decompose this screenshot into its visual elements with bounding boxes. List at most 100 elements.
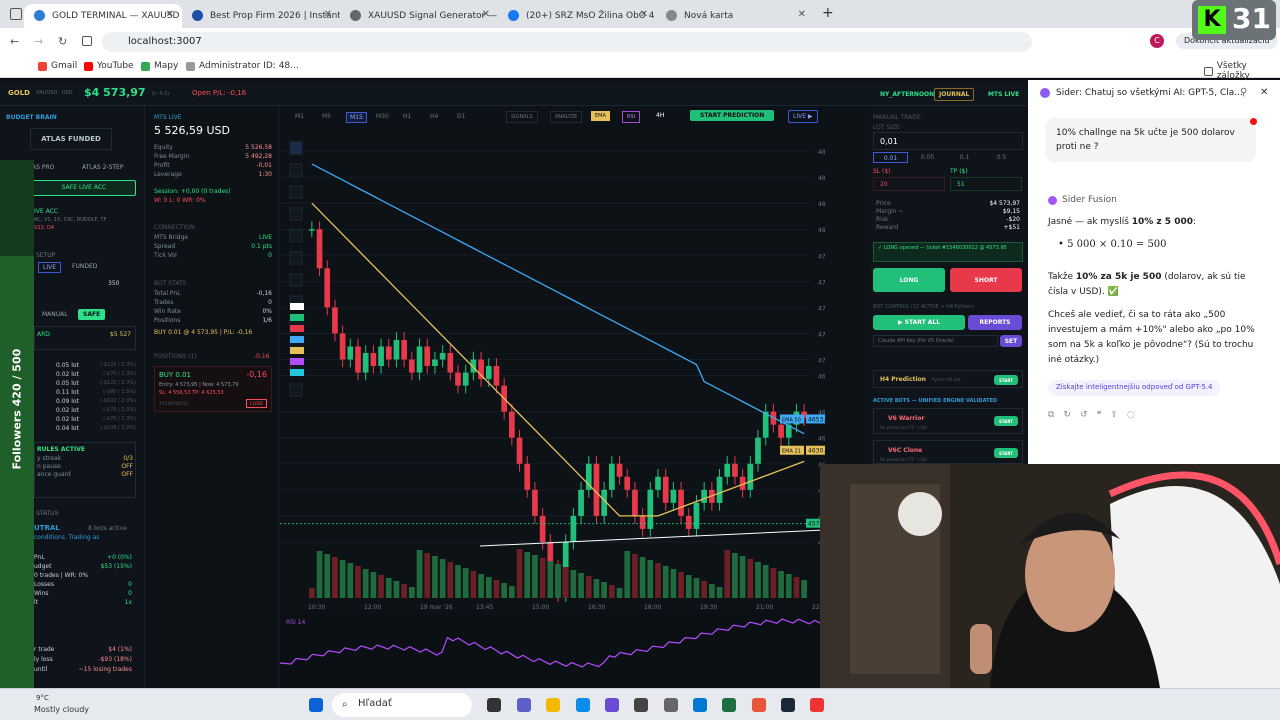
teams-icon[interactable] — [517, 698, 531, 712]
side-panel-icon[interactable] — [82, 36, 92, 46]
close-icon[interactable]: ✕ — [640, 9, 648, 20]
manual-toggle[interactable]: MANUAL — [42, 311, 68, 318]
tab-search-icon[interactable] — [10, 8, 22, 20]
timeframe-m15[interactable]: M15 — [346, 112, 367, 123]
forward-icon[interactable]: → — [34, 35, 43, 48]
app2-icon[interactable] — [752, 698, 766, 712]
timeframe-h4[interactable]: H4 — [427, 112, 441, 121]
pin-icon[interactable]: ⚲ — [1240, 87, 1247, 98]
start-all-button[interactable]: ▶ START ALL — [873, 315, 965, 330]
start-v6c-button[interactable]: START — [994, 448, 1018, 458]
tab-pro[interactable]: AS PRO — [32, 164, 54, 171]
live-button[interactable]: LIVE ▶ — [788, 110, 818, 123]
timeframe-m1[interactable]: M1 — [292, 112, 307, 121]
row-value: $4 573,97 — [989, 200, 1020, 207]
chrome-icon[interactable] — [810, 698, 824, 712]
bookmark-admin[interactable]: Administrator ID: 48... — [186, 61, 299, 71]
edge-icon[interactable] — [576, 698, 590, 712]
lot-row: 0.04 lot (-$109 / 2.0%) — [56, 425, 136, 432]
close-icon[interactable]: ✕ — [1260, 87, 1268, 98]
safe-live-button[interactable]: SAFE LIVE ACC — [32, 180, 136, 196]
tab-gold-terminal[interactable]: GOLD TERMINAL — XAUUSD ✕ — [24, 4, 182, 28]
tab-facebook[interactable]: (20+) SRZ MsO Žilina ObO 4 Ro ✕ — [498, 4, 656, 28]
close-icon[interactable]: ✕ — [324, 9, 332, 20]
set-key-button[interactable]: SET — [1000, 335, 1022, 347]
excel-icon[interactable] — [722, 698, 736, 712]
tool-signals[interactable]: SIGNALS — [506, 111, 538, 123]
steam-icon[interactable] — [781, 698, 795, 712]
lot-preset[interactable]: 0.1 — [947, 152, 982, 163]
tool-ema[interactable]: EMA — [591, 111, 610, 121]
rsi-pane — [280, 613, 825, 688]
reload-icon[interactable]: ↻ — [58, 35, 67, 48]
back-icon[interactable]: ← — [10, 35, 19, 48]
close-icon[interactable]: ✕ — [482, 9, 490, 20]
taskbar-search[interactable]: Hľadať — [332, 693, 472, 717]
bookmark-maps[interactable]: Mapy — [141, 61, 178, 71]
row-label: ance guard — [37, 471, 71, 478]
setup-input[interactable]: 350 — [108, 280, 119, 287]
bookmark-youtube[interactable]: YouTube — [84, 61, 134, 71]
windows-start-icon[interactable] — [309, 698, 323, 712]
timeframe-h1[interactable]: H1 — [400, 112, 414, 121]
sider-logo-icon — [1040, 88, 1050, 98]
close-icon[interactable]: ✕ — [166, 9, 174, 20]
timeframe-m5[interactable]: M5 — [319, 112, 334, 121]
timeframe-select[interactable]: 4H — [656, 112, 664, 119]
tab-signal-gen[interactable]: XAUUSD Signal Generator — Tr ✕ — [340, 4, 498, 28]
row-value: 0% — [262, 308, 272, 315]
taskview-icon[interactable] — [487, 698, 501, 712]
remote-icon[interactable] — [693, 698, 707, 712]
row-value: 0 — [268, 299, 272, 306]
tab-new[interactable]: Nová karta ✕ — [656, 4, 814, 28]
live-toggle[interactable]: LIVE — [38, 262, 62, 273]
row-value: +$51 — [1003, 224, 1020, 231]
bookmark-gmail[interactable]: Gmail — [38, 61, 77, 71]
message-actions[interactable]: ⧉↻↺❝⇪◌ — [1048, 410, 1144, 420]
lot-preset[interactable]: 0.05 — [910, 152, 945, 163]
volume-bar — [462, 568, 469, 598]
reports-button[interactable]: REPORTS — [968, 315, 1022, 330]
y-tick-label: 4800.00 — [818, 227, 825, 234]
sl-input[interactable]: 20 — [873, 177, 945, 191]
volume-bar — [432, 556, 438, 598]
explorer-icon[interactable] — [546, 698, 560, 712]
start-prediction-button[interactable]: START PREDICTION — [690, 110, 775, 121]
new-tab-button[interactable]: + — [822, 5, 834, 21]
all-bookmarks[interactable]: Všetky záložky — [1204, 61, 1280, 81]
settings-icon[interactable] — [664, 698, 678, 712]
positions-pl: -0,16 — [254, 353, 270, 360]
funded-toggle[interactable]: FUNDED — [72, 263, 97, 270]
account-select[interactable]: ATLAS FUNDED — [30, 128, 112, 150]
price-chart[interactable]: 4860.00 4840.00 4820.00 4800.00 4780.00 4760.… — [280, 128, 825, 688]
long-button[interactable]: LONG — [873, 268, 945, 292]
tool-rsi[interactable]: RSI — [622, 111, 641, 123]
start-h4-button[interactable]: START — [994, 375, 1018, 385]
safe-toggle[interactable]: SAFE — [78, 309, 106, 320]
close-icon[interactable]: ✕ — [798, 9, 806, 20]
journal-button[interactable]: JOURNAL — [934, 88, 975, 101]
bots-active: 8 bots active — [88, 525, 127, 532]
lot-preset[interactable]: 0.5 — [984, 152, 1019, 163]
close-position-button[interactable]: CLOSE — [245, 399, 267, 408]
tab-2step[interactable]: ATLAS 2-STEP — [82, 164, 123, 171]
tp-input[interactable]: 51 — [950, 177, 1022, 191]
smarter-answer-button[interactable]: Získajte inteligentnejšiu odpoveď od GPT… — [1048, 380, 1221, 396]
tool-analyze[interactable]: ANALYZE — [550, 111, 583, 123]
app-icon[interactable] — [605, 698, 619, 712]
lot-size-input[interactable]: 0,01 — [873, 132, 1023, 150]
timeframe-m30[interactable]: M30 — [373, 112, 392, 121]
api-key-input[interactable]: Claude API Key (for V5 Oracle) — [873, 335, 998, 347]
bookmark-label: Mapy — [154, 61, 179, 71]
trade-panel: MANUAL TRADE LOT SIZE 0,01 0.01 0.05 0.1 0.… — [870, 106, 1027, 464]
volume-bar — [570, 570, 577, 598]
start-v6-button[interactable]: START — [994, 416, 1018, 426]
timeframe-d1[interactable]: D1 — [454, 112, 468, 121]
row-value: 0.1 pts — [251, 243, 272, 250]
url-input[interactable]: localhost:3007 — [102, 32, 1032, 52]
store-icon[interactable] — [634, 698, 648, 712]
tab-best-prop[interactable]: Best Prop Firm 2026 | Instant Fu ✕ — [182, 4, 340, 28]
profile-avatar[interactable]: C — [1150, 34, 1164, 48]
lot-preset[interactable]: 0.01 — [873, 152, 908, 163]
short-button[interactable]: SHORT — [950, 268, 1022, 292]
